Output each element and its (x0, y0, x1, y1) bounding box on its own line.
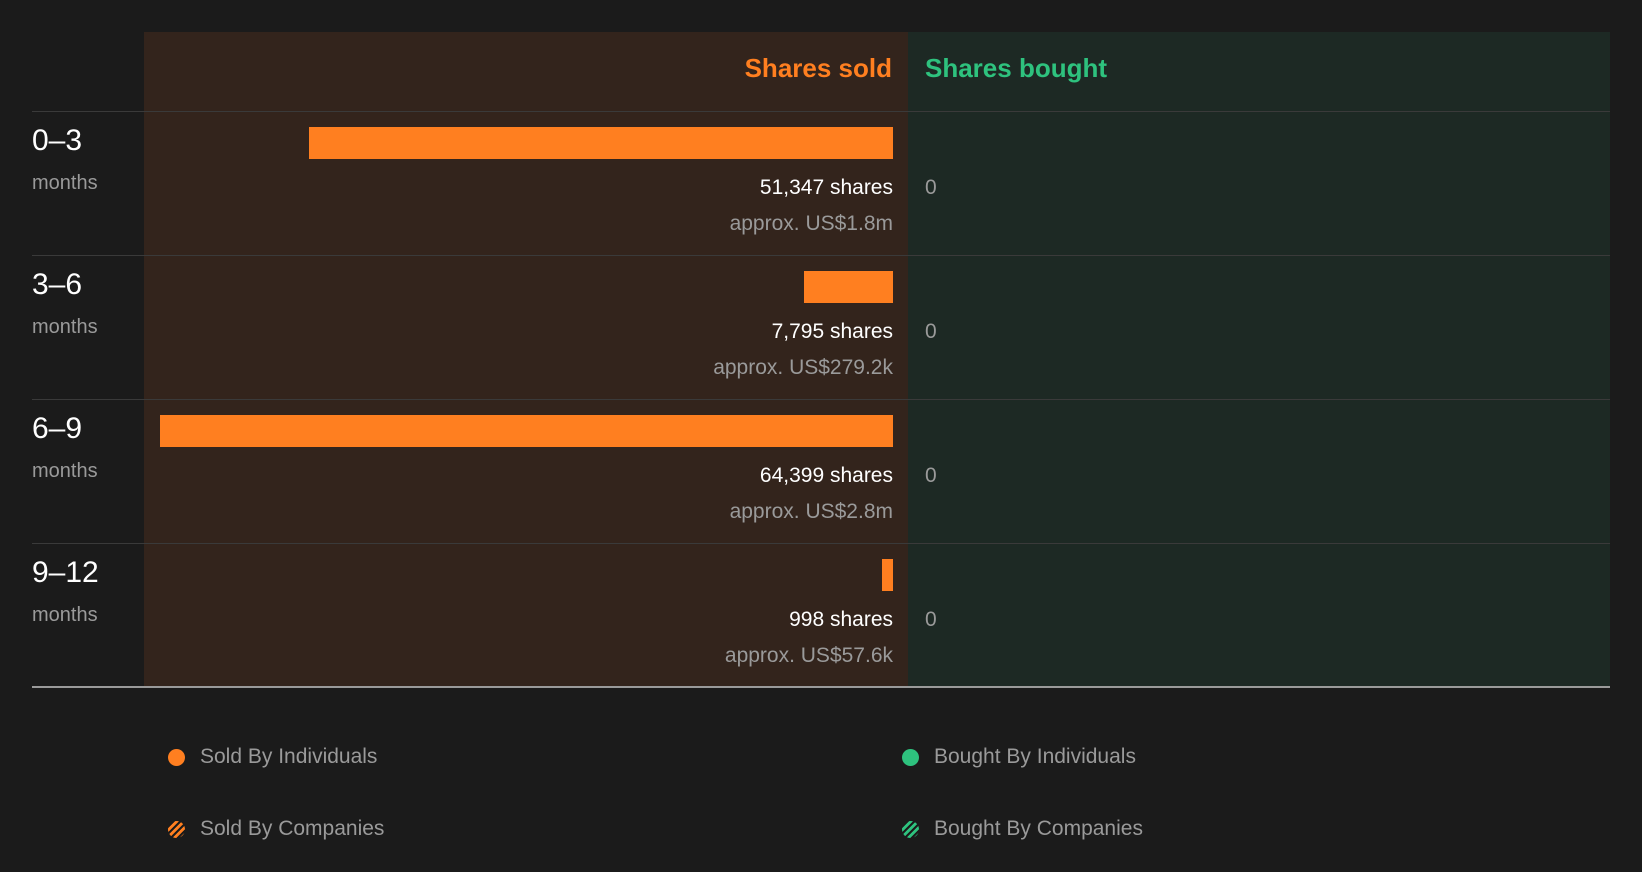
legend-label: Sold By Individuals (200, 745, 378, 768)
bought-shares-label: 0 (925, 176, 937, 199)
sold-shares-label: 7,795 shares (771, 320, 893, 343)
sold-shares-label: 64,399 shares (759, 464, 893, 487)
legend-label: Bought By Individuals (934, 745, 1136, 768)
period-unit: months (32, 172, 98, 194)
sold-bar[interactable] (882, 559, 893, 591)
legend-hatched-dot-icon (902, 821, 919, 838)
legend-hatched-dot-icon (168, 821, 185, 838)
period-unit: months (32, 316, 98, 338)
sold-bar[interactable] (804, 271, 893, 303)
period-row: 6–9 months 64,399 shares approx. US$2.8m… (0, 400, 1642, 544)
legend-label: Sold By Companies (200, 817, 385, 840)
bought-shares-label: 0 (925, 320, 937, 343)
period-row: 9–12 months 998 shares approx. US$57.6k … (0, 544, 1642, 688)
legend-dot-icon (168, 749, 185, 766)
sold-shares-label: 51,347 shares (759, 176, 893, 199)
period-row: 0–3 months 51,347 shares approx. US$1.8m… (0, 112, 1642, 256)
sold-bar[interactable] (309, 127, 893, 159)
period-unit: months (32, 460, 98, 482)
period-label: 3–6 (32, 268, 83, 301)
bought-shares-label: 0 (925, 608, 937, 631)
period-label: 9–12 (32, 556, 99, 589)
sold-value-label: approx. US$57.6k (724, 644, 893, 667)
sold-value-label: approx. US$2.8m (729, 500, 893, 523)
period-label: 6–9 (32, 412, 83, 445)
sold-shares-label: 998 shares (789, 608, 893, 631)
sold-bar[interactable] (160, 415, 893, 447)
legend-label: Bought By Companies (934, 817, 1143, 840)
bought-shares-label: 0 (925, 464, 937, 487)
period-row: 3–6 months 7,795 shares approx. US$279.2… (0, 256, 1642, 400)
shares-bought-header: Shares bought (925, 53, 1108, 83)
shares-sold-header: Shares sold (744, 53, 892, 83)
period-unit: months (32, 604, 98, 626)
period-label: 0–3 (32, 124, 83, 157)
sold-value-label: approx. US$1.8m (729, 212, 893, 235)
legend-dot-icon (902, 749, 919, 766)
sold-value-label: approx. US$279.2k (713, 356, 893, 379)
